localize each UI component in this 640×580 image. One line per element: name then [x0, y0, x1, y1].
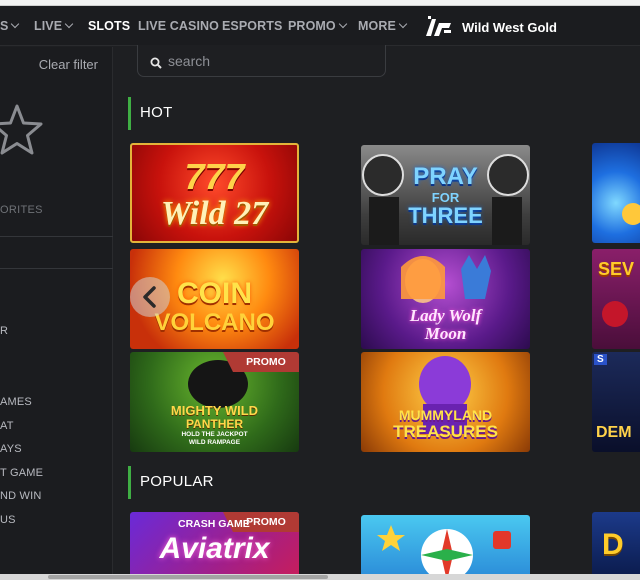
clear-filter-link[interactable]: Clear filter — [39, 57, 98, 72]
game-tile-partial[interactable] — [592, 143, 640, 243]
favorites-label[interactable]: ORITES — [0, 204, 43, 216]
game-art — [377, 525, 511, 580]
carousel-prev-button[interactable] — [130, 277, 170, 317]
nav-item-live-casino[interactable]: LIVE CASINO — [138, 19, 219, 33]
sidebar-item[interactable]: AMES — [0, 396, 32, 408]
star-icon[interactable] — [0, 102, 44, 167]
nav-item-live[interactable]: LIVE — [34, 19, 74, 33]
game-title: PANTHER — [185, 417, 244, 431]
scrollbar-thumb[interactable] — [48, 575, 328, 579]
chevron-down-icon — [338, 19, 347, 29]
game-subtitle: HOLD THE JACKPOT — [181, 431, 248, 438]
search-icon — [150, 56, 162, 74]
search-input[interactable] — [168, 51, 368, 71]
game-tile-wild-27[interactable]: 777 Wild 27 — [130, 143, 299, 243]
game-tile-lady-wolf-moon[interactable]: Lady Wolf Moon — [361, 249, 530, 349]
sidebar-item[interactable]: R — [0, 325, 8, 337]
nav-item-partial[interactable]: S — [0, 19, 20, 33]
game-tile-partial-d[interactable]: D — [592, 512, 640, 580]
sidebar: Clear filter ORITES R AMES AT AYS T GAME… — [0, 47, 113, 580]
game-title: MIGHTY WILD — [170, 403, 259, 418]
chevron-down-icon — [11, 19, 20, 29]
chevron-down-icon — [398, 19, 408, 29]
game-title: PRAY — [413, 163, 478, 190]
section-title-hot: HOT — [140, 104, 173, 121]
sidebar-divider — [0, 268, 113, 269]
game-tile-fruits[interactable] — [361, 515, 530, 580]
sidebar-item[interactable]: ND WIN — [0, 490, 42, 502]
sidebar-item[interactable]: US — [0, 514, 16, 526]
sidebar-item[interactable]: T GAME — [0, 467, 43, 479]
game-subtitle: CRASH GAME — [178, 518, 250, 530]
game-title: TREASURES — [393, 422, 498, 441]
game-art — [622, 203, 640, 225]
game-tile-mighty-wild-panther[interactable]: PROMO MIGHTY WILD PANTHER HOLD THE JACKP… — [130, 352, 299, 452]
nav-item-more[interactable]: MORE — [358, 19, 408, 33]
chevron-down-icon — [64, 19, 74, 29]
sidebar-divider — [0, 236, 113, 237]
game-subtitle: WILD RAMPAGE — [188, 439, 241, 446]
brand-logo-icon — [424, 16, 452, 38]
section-accent — [128, 97, 131, 130]
promo-badge: PROMO — [223, 352, 299, 372]
nav-item-promo[interactable]: PROMO — [288, 19, 347, 33]
search-box — [137, 45, 386, 77]
game-title: SEV — [598, 259, 635, 279]
top-navigation: S LIVE SLOTS LIVE CASINO ESPORTS PROMO M… — [0, 6, 640, 46]
sidebar-item[interactable]: AYS — [0, 443, 22, 455]
game-title: Wild 27 — [160, 195, 269, 232]
game-tile-pray-for-three[interactable]: PRAY FOR THREE — [361, 145, 530, 245]
game-title: Moon — [424, 324, 467, 343]
brand[interactable]: Wild West Gold — [424, 14, 557, 40]
game-tile-partial-sev[interactable]: SEV — [592, 249, 640, 349]
game-title: THREE — [408, 203, 483, 228]
game-tile-partial-dem[interactable]: S DEM — [592, 352, 640, 452]
brand-name: Wild West Gold — [462, 19, 557, 35]
game-art — [602, 301, 628, 327]
game-title: Aviatrix — [159, 532, 270, 565]
game-tile-aviatrix[interactable]: PROMO CRASH GAME Aviatrix — [130, 512, 299, 580]
game-title: DEM — [596, 424, 632, 441]
nav-item-esports[interactable]: ESPORTS — [222, 19, 282, 33]
sidebar-item[interactable]: AT — [0, 420, 14, 432]
game-badge: S — [594, 354, 607, 365]
game-title: D — [602, 528, 624, 561]
section-title-popular: POPULAR — [140, 473, 214, 490]
horizontal-scrollbar[interactable] — [0, 574, 640, 580]
chevron-left-icon — [143, 286, 156, 308]
game-title: Lady Wolf — [409, 306, 482, 325]
nav-item-slots[interactable]: SLOTS — [88, 19, 130, 33]
game-tile-mummyland-treasures[interactable]: MUMMYLAND TREASURES — [361, 352, 530, 452]
section-accent — [128, 466, 131, 499]
game-title: 777 — [184, 156, 245, 197]
game-title: MUMMYLAND — [398, 407, 493, 423]
